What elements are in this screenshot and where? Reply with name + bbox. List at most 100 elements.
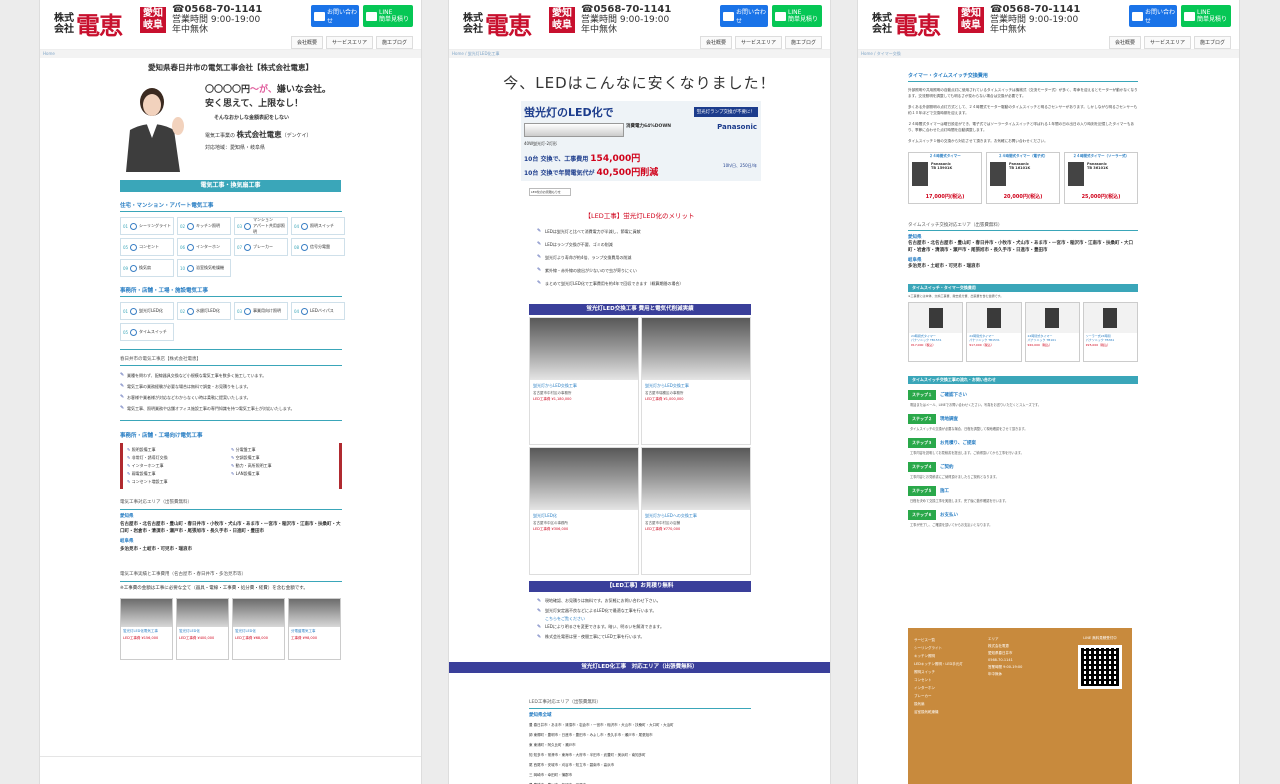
- staff-photo: [120, 80, 190, 172]
- breadcrumb[interactable]: Home / タイマー交換: [858, 50, 1239, 58]
- service-tile[interactable]: 02 水銀灯LED化: [177, 302, 231, 320]
- timer-card[interactable]: ２４時間式タイマー Panasonic TB 15901K 17,000円(税込): [908, 152, 982, 204]
- hero-headline-2: 安く思えて、上限なし！: [205, 99, 304, 109]
- footer-link[interactable]: シーリングライト: [914, 644, 963, 652]
- led-estimate-link[interactable]: LED化のお見積もりを: [529, 188, 571, 196]
- nav-blog[interactable]: 施工ブログ: [784, 36, 822, 49]
- service-icon: [130, 243, 137, 251]
- work-item-link[interactable]: 弱電設備工事: [127, 470, 231, 478]
- work-item-link[interactable]: 分電盤工事: [231, 446, 335, 454]
- service-tile[interactable]: 04 照明スイッチ: [291, 217, 345, 235]
- list-item: 蛍光灯安定器不良などによるLED化で最適な工事を行います。: [537, 606, 830, 616]
- service-tile[interactable]: 08 信号分電盤: [291, 238, 345, 256]
- service-tile[interactable]: 01 蛍光灯LED化: [120, 302, 174, 320]
- work-item-link[interactable]: LAN設備工事: [231, 470, 335, 478]
- work-item-link[interactable]: インターホン工事: [127, 462, 231, 470]
- nav-company[interactable]: 会社概要: [1108, 36, 1141, 49]
- phone-number[interactable]: ☎0568-70-1141: [581, 5, 671, 15]
- footer-line-qr: LINE 無料見積受付中: [1078, 636, 1122, 689]
- timer-product[interactable]: 24時間式タイマー パナソニック TB161 ¥20,000（税込）: [1024, 302, 1080, 362]
- cost-note: ※工事費の金額は工事に必要な全て（器具・電線・工事費・処分費・経費）を含む金額で…: [120, 586, 308, 591]
- result-card[interactable]: 蛍光灯からLED交換工事 名古屋市中村区の事務所 LED工事費 ¥1,180,000: [529, 317, 639, 445]
- service-tile[interactable]: 05 タイムスイッチ: [120, 323, 174, 341]
- footer-link[interactable]: 浴室換気乾燥機: [914, 708, 963, 716]
- footer-link[interactable]: キッチン照明: [914, 652, 963, 660]
- divider: [120, 420, 342, 421]
- line-estimate-button[interactable]: LINE 簡単見積り: [772, 5, 822, 27]
- timer-product[interactable]: ソーラー式24時間 パナソニック TB361 ¥25,000（税込）: [1082, 302, 1138, 362]
- about-title: 春日井市の電気工事店【株式会社電恵】: [120, 357, 201, 362]
- footer-link: サービス一覧: [914, 638, 935, 642]
- service-tile[interactable]: 05 コンセント: [120, 238, 174, 256]
- subhead-residential: 住宅・マンション・アパート電気工事: [120, 201, 342, 212]
- service-tile[interactable]: 03 事業用向け照明: [234, 302, 288, 320]
- breadcrumb[interactable]: Home / 蛍光灯LED化工事: [449, 50, 830, 58]
- site-logo[interactable]: 株式 会社 電恵: [54, 6, 123, 41]
- footer-link[interactable]: インターホン: [914, 684, 963, 692]
- contact-mail-button[interactable]: お問い合わせ: [720, 5, 768, 27]
- holiday-text: 年中無休: [581, 25, 618, 35]
- line-estimate-button[interactable]: LINE 簡単見積り: [363, 5, 413, 27]
- work-item-link[interactable]: 空調設備工事: [231, 454, 335, 462]
- site-header: 株式 会社 電恵 愛知 岐阜 ☎0568-70-1141 営業時間 9:00-1…: [858, 0, 1239, 50]
- service-tile[interactable]: 07 ブレーカー: [234, 238, 288, 256]
- list-item: 株式会社電恵は昼・夜間工事にてLED工事を行います。: [537, 632, 830, 642]
- nav-service-area[interactable]: サービスエリア: [1143, 36, 1191, 49]
- service-tile[interactable]: 10 浴室換気乾燥機: [177, 259, 231, 277]
- work-item-link[interactable]: 照明設備工事: [127, 446, 231, 454]
- service-tile[interactable]: 04 LEDバイパス: [291, 302, 345, 320]
- work-item-link[interactable]: コンセント増設工事: [127, 478, 231, 486]
- result-card[interactable]: 蛍光灯からLEDへの交換工事 名古屋市中村区の店舗 LED工事費 ¥770,000: [641, 447, 751, 575]
- timer-photo: [912, 162, 928, 186]
- banner-cost-row: 10台 交換で、工事費用 154,000円: [524, 151, 640, 164]
- footer-link[interactable]: ブレーカー: [914, 692, 963, 700]
- line-qr-code[interactable]: [1078, 645, 1122, 689]
- service-tile[interactable]: 03 マンション アパート共用部照明: [234, 217, 288, 235]
- footer-link[interactable]: LEDキッチン照明・LED手元灯: [914, 660, 963, 668]
- work-card[interactable]: 蛍光灯LED化電気工事 LED工事費 ¥156,000: [120, 598, 173, 660]
- work-item-link[interactable]: 非常灯・誘導灯交換: [127, 454, 231, 462]
- footer-company-line: 年中無休: [988, 672, 1002, 676]
- footer-service-links: サービス一覧シーリングライト キッチン照明 LEDキッチン照明・LED手元灯 照明スイ…: [914, 636, 963, 716]
- breadcrumb[interactable]: Home: [40, 50, 421, 58]
- timer-product[interactable]: 24時間式タイマー パナソニック TB1531 ¥17,000（税込）: [908, 302, 964, 362]
- work-card[interactable]: 分電盤電気工事 工事費 ¥98,000: [288, 598, 341, 660]
- site-logo[interactable]: 株式 会社 電恵: [463, 6, 532, 41]
- page-top: 株式 会社 電恵 愛知 岐阜 ☎0568-70-1141 営業時間 9:00-1…: [39, 0, 422, 784]
- service-tile[interactable]: 02 キッチン照明: [177, 217, 231, 235]
- contact-mail-label: お問い合わせ: [1145, 9, 1176, 25]
- service-tile[interactable]: 09 換気扇: [120, 259, 174, 277]
- phone-number[interactable]: ☎0568-70-1141: [990, 5, 1080, 15]
- area-gifu-cities: 多治見市・土岐市・可児市・瑞浪市: [120, 547, 192, 552]
- footer-link[interactable]: コンセント: [914, 676, 963, 684]
- timer-product[interactable]: 24時間式タイマー パナソニック TB1531 ¥17,000（税込）: [966, 302, 1022, 362]
- phone-number[interactable]: ☎0568-70-1141: [172, 5, 262, 15]
- service-icon: [301, 307, 308, 315]
- service-tile[interactable]: 06 インターホン: [177, 238, 231, 256]
- list-item: 電気工事、照明業務や店舗オフィス施設工事の専門知識を持つ電気工事士が対応いたしま…: [120, 403, 342, 414]
- result-price: LED工事費 ¥1,180,000: [533, 397, 572, 401]
- result-card[interactable]: 蛍光灯からLED交換工事 名古屋市瑞穂区の事務所 LED工事費 ¥1,000,000: [641, 317, 751, 445]
- service-tile[interactable]: 01 シーリングライト: [120, 217, 174, 235]
- nav-company[interactable]: 会社概要: [699, 36, 732, 49]
- nav-blog[interactable]: 施工ブログ: [375, 36, 413, 49]
- timer-card[interactable]: ２４時間式タイマー（ソーラー式） Panasonic TB 36101K 25,00…: [1064, 152, 1138, 204]
- nav-service-area[interactable]: サービスエリア: [734, 36, 782, 49]
- footer-link[interactable]: 照明スイッチ: [914, 668, 963, 676]
- work-item-link[interactable]: 動力・高所照明工事: [231, 462, 335, 470]
- contact-mail-button[interactable]: お問い合わせ: [1129, 5, 1177, 27]
- nav-company[interactable]: 会社概要: [290, 36, 323, 49]
- nav-blog[interactable]: 施工ブログ: [1193, 36, 1231, 49]
- work-card[interactable]: 蛍光灯LED化 LED工事費 ¥400,000: [176, 598, 229, 660]
- footer-company-info: エリア 株式会社電恵 愛知県春日井市 0568-70-1141 営業時間 9:00-1…: [988, 636, 1022, 678]
- timer-card[interactable]: ２４時間式タイマー（電子式） Panasonic TB 16101K 20,000円…: [986, 152, 1060, 204]
- work-card[interactable]: 蛍光灯LED化 LED工事費 ¥68,000: [232, 598, 285, 660]
- contact-mail-button[interactable]: お問い合わせ: [311, 5, 359, 27]
- nav-service-area[interactable]: サービスエリア: [325, 36, 373, 49]
- line-estimate-button[interactable]: LINE 簡単見積り: [1181, 5, 1231, 27]
- site-logo[interactable]: 株式 会社 電恵: [872, 6, 941, 41]
- result-photo: [642, 318, 750, 380]
- result-card[interactable]: 蛍光灯LED化 名古屋市中区の事務所 LED工事費 ¥306,000: [529, 447, 639, 575]
- led-area-title: LED工事対応エリア（出張費無料）: [529, 700, 601, 705]
- footer-link[interactable]: 換気扇: [914, 700, 963, 708]
